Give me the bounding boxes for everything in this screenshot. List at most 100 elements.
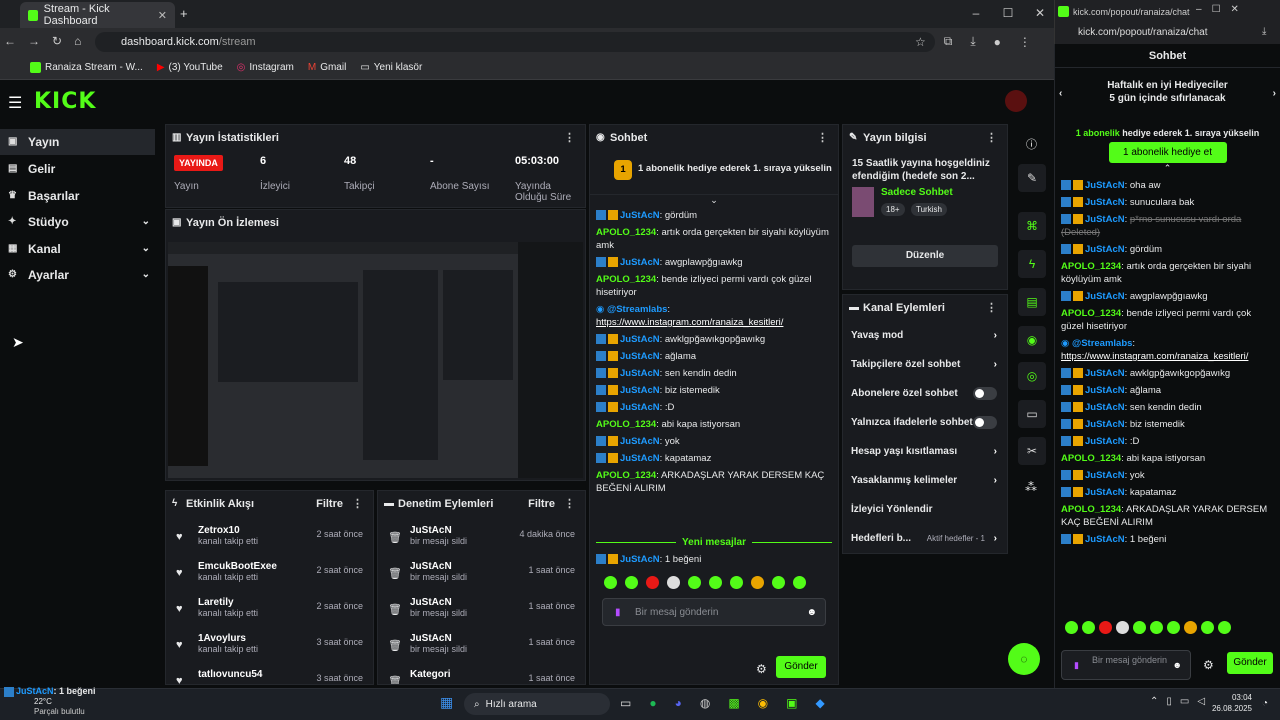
chat-message[interactable]: JuStAcN: :D [1055,433,1280,450]
chat-message[interactable]: APOLO_1234: abi kapa istiyorsan [1055,450,1280,467]
info-icon[interactable]: ⓘ [1026,136,1037,152]
chat-username[interactable]: JuStAcN [620,436,660,447]
mic-tray-icon[interactable]: ▯ [1166,696,1172,707]
pin-collapse-icon[interactable]: ⌃ [1055,163,1280,177]
browser-tab[interactable]: Stream - Kick Dashboard ✕ [20,2,175,28]
emote-icon[interactable] [604,576,617,589]
emote-icon[interactable] [1150,621,1163,634]
address-bar[interactable]: dashboard.kick.com/stream [95,32,935,52]
chat-message[interactable]: APOLO_1234: bende izliyeci permi vardı ç… [590,271,838,301]
chat-link[interactable]: https://www.instagram.com/ranaiza_kesitl… [596,317,783,328]
download-icon[interactable]: ⤓ [970,34,975,49]
stream-preview-video[interactable] [168,242,583,478]
chat-username[interactable]: APOLO_1234 [596,419,656,430]
chat-message[interactable]: APOLO_1234: bende izliyeci permi vardı ç… [1055,305,1280,335]
category-name[interactable]: Sadece Sohbet [881,187,953,198]
tools-icon[interactable]: ✂ [1018,437,1046,465]
microphone-icon[interactable]: ▮ [1074,660,1079,671]
gift-sub-button[interactable]: 1 abonelik hediye et [1108,142,1227,163]
chat-username[interactable]: JuStAcN [1085,197,1125,208]
taskbar-search[interactable]: ⌕ Hızlı arama [464,693,610,715]
bookmark-star-icon[interactable]: ☆ [915,35,926,49]
chat-username[interactable]: JuStAcN [620,385,660,396]
microphone-icon[interactable]: ▮ [615,599,621,627]
chat-message[interactable]: JuStAcN: kapatamaz [1055,484,1280,501]
moderation-item[interactable]: 🗑 JuStAcN bir mesajı sildi 1 saat önce [378,597,585,633]
chat-username[interactable]: JuStAcN [620,257,660,268]
emote-icon[interactable] [772,576,785,589]
minimize-icon[interactable]: – [960,6,992,20]
chat-message[interactable]: APOLO_1234: artık orda gerçekten bir siy… [590,224,838,254]
kick-app-icon[interactable]: ▣ [786,696,797,710]
moderation-item[interactable]: 🗑 JuStAcN bir mesajı sildi 1 saat önce [378,561,585,597]
chat-message[interactable]: JuStAcN: sen kendin dedin [1055,399,1280,416]
chat-username[interactable]: JuStAcN [1085,470,1125,481]
popout-url[interactable]: kick.com/popout/ranaiza/chat [1078,27,1208,38]
minecraft-icon[interactable]: ▩ [728,696,739,710]
close-window-icon[interactable]: ✕ [1231,4,1239,15]
chat-message[interactable]: JuStAcN: :D [590,399,838,416]
chat-username[interactable]: APOLO_1234 [596,470,656,481]
sidebar-item-kanal[interactable]: ▦ Kanal ⌄ [0,236,160,262]
extensions-icon[interactable]: ⧉ [944,34,953,49]
chat-message[interactable]: JuStAcN: biz istemedik [1055,416,1280,433]
chat-message[interactable]: JuStAcN: sunuculara bak [1055,194,1280,211]
emote-icon[interactable] [1116,621,1129,634]
more-options-icon[interactable]: ⋮ [564,491,575,517]
chevron-right-icon[interactable]: › [1273,88,1276,99]
home-icon[interactable]: ⌂ [74,34,81,48]
chat-message[interactable]: ◉ @Streamlabs: https://www.instagram.com… [590,301,838,331]
emote-icon[interactable] [751,576,764,589]
chat-message[interactable]: JuStAcN: biz istemedik [590,382,838,399]
chat-settings-icon[interactable]: ⚙ [756,662,767,676]
channel-action-item[interactable]: İzleyici Yönlendir [843,495,1007,524]
emote-icon[interactable] [709,576,722,589]
hamburger-menu-icon[interactable]: ☰ [8,93,22,113]
more-options-icon[interactable]: ⋮ [352,491,363,517]
emote-icon[interactable] [667,576,680,589]
layout-icon[interactable]: ▭ [1018,400,1046,428]
chevron-left-icon[interactable]: ‹ [1059,88,1062,99]
new-messages-divider[interactable]: Yeni mesajlar [590,533,838,551]
channel-action-item[interactable]: Hesap yaşı kısıtlaması › [843,437,1007,466]
emoji-picker-icon[interactable]: ☻ [1173,660,1182,671]
pin-collapse-icon[interactable]: ⌄ [590,195,838,205]
maximize-icon[interactable]: ☐ [1212,4,1221,15]
chat-message[interactable]: JuStAcN: awgplawpğgıawkg [1055,288,1280,305]
capture-icon[interactable]: ⌘ [1018,212,1046,240]
sidebar-item-gelir[interactable]: ▤ Gelir [0,156,160,182]
sidebar-item-basarilar[interactable]: ♛ Başarılar [0,183,160,209]
filter-button[interactable]: Filtre [316,491,343,517]
emote-icon[interactable] [646,576,659,589]
chat-message[interactable]: JuStAcN: 1 beğeni [590,551,838,568]
more-options-icon[interactable]: ⋮ [986,295,997,321]
moderation-item[interactable]: 🗑 JuStAcN bir mesajı sildi 4 dakika önce [378,525,585,561]
steam-icon[interactable]: ◍ [700,696,710,710]
chat-username[interactable]: JuStAcN [1085,385,1125,396]
activity-item[interactable]: ♥ EmcukBootExee kanalı takip etti 2 saat ön… [166,561,373,597]
bookmark-folder[interactable]: ▭ Yeni klasör [360,62,422,73]
chat-username[interactable]: APOLO_1234 [596,274,656,285]
bookmark-instagram[interactable]: ◎ Instagram [237,62,294,73]
chat-username[interactable]: APOLO_1234 [1061,504,1121,515]
network-icon[interactable]: ▭ [1180,696,1189,707]
channel-action-item[interactable]: Yalnızca ifadelerle sohbet [843,408,1007,437]
chat-username[interactable]: JuStAcN [620,210,660,221]
chat-username[interactable]: APOLO_1234 [1061,261,1121,272]
menu-icon[interactable]: ⋮ [1019,35,1031,49]
emoji-picker-icon[interactable]: ☻ [806,599,817,627]
forward-icon[interactable]: → [28,34,40,48]
kick-logo[interactable]: KICK [34,89,96,114]
chat-username[interactable]: JuStAcN [1085,244,1125,255]
back-icon[interactable]: ← [4,34,16,48]
chat-username[interactable]: JuStAcN [1085,436,1125,447]
emote-icon[interactable] [1065,621,1078,634]
more-options-icon[interactable]: ⋮ [817,125,828,151]
edit-icon[interactable]: ✎ [1018,164,1046,192]
chat-message[interactable]: JuStAcN: ağlama [1055,382,1280,399]
file-explorer-icon[interactable]: ▭ [620,696,631,710]
chat-username[interactable]: @Streamlabs [607,304,667,315]
download-icon[interactable]: ⤓ [1262,26,1266,37]
emote-icon[interactable] [730,576,743,589]
send-button[interactable]: Gönder [776,656,826,678]
